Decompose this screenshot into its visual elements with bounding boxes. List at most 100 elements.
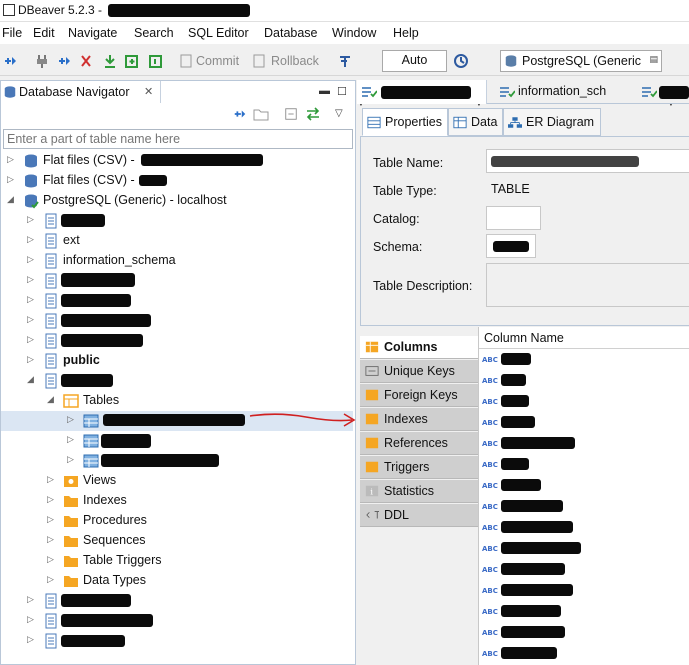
tree-item-table[interactable]: ▷ bbox=[1, 451, 353, 471]
maximize-icon[interactable]: ☐ bbox=[337, 85, 347, 98]
redacted-column-name[interactable] bbox=[501, 647, 557, 659]
tab-references[interactable]: References bbox=[360, 432, 478, 455]
close-icon[interactable]: ✕ bbox=[144, 85, 153, 98]
commit-button[interactable]: Commit bbox=[196, 54, 239, 68]
expand-arrow-icon[interactable]: ▷ bbox=[67, 414, 74, 425]
tree-item-schema[interactable]: ▷ bbox=[1, 611, 353, 631]
tree-item-postgresql[interactable]: ◢ PostgreSQL (Generic) - localhost bbox=[1, 191, 353, 211]
collapse-arrow-icon[interactable]: ◢ bbox=[47, 394, 54, 405]
menu-file[interactable]: File bbox=[2, 26, 22, 40]
expand-arrow-icon[interactable]: ▷ bbox=[27, 214, 34, 225]
tree-item-table[interactable]: ▷ bbox=[1, 431, 353, 451]
tree-item-flat-files-2[interactable]: ▷ Flat files (CSV) - bbox=[1, 171, 353, 191]
editor-tab[interactable] bbox=[639, 80, 689, 104]
expand-arrow-icon[interactable]: ▷ bbox=[27, 234, 34, 245]
view-menu-icon[interactable]: ▽ bbox=[335, 108, 343, 119]
redacted-column-name[interactable] bbox=[501, 521, 573, 533]
redacted-column-name[interactable] bbox=[501, 542, 581, 554]
tree-item-schema[interactable]: ▷ bbox=[1, 331, 353, 351]
new-folder-icon[interactable] bbox=[253, 107, 269, 121]
expand-arrow-icon[interactable]: ▷ bbox=[27, 294, 34, 305]
tree-item-indexes-folder[interactable]: ▷ Indexes bbox=[1, 491, 353, 511]
expand-arrow-icon[interactable]: ▷ bbox=[27, 314, 34, 325]
rollback-icon[interactable] bbox=[251, 53, 267, 69]
expand-arrow-icon[interactable]: ▷ bbox=[27, 334, 34, 345]
tab-triggers[interactable]: Triggers bbox=[360, 456, 478, 479]
expand-arrow-icon[interactable]: ▷ bbox=[27, 254, 34, 265]
redacted-column-name[interactable] bbox=[501, 353, 531, 365]
new-connection-icon[interactable] bbox=[2, 53, 18, 69]
editor-tab-information-schema[interactable]: information_sch bbox=[497, 80, 637, 104]
tree-item-flat-files-1[interactable]: ▷ Flat files (CSV) - bbox=[1, 151, 353, 171]
tab-properties[interactable]: Properties bbox=[362, 108, 448, 136]
disconnect-icon[interactable] bbox=[78, 53, 94, 69]
tab-indexes[interactable]: Indexes bbox=[360, 408, 478, 431]
tree-item-procedures-folder[interactable]: ▷ Procedures bbox=[1, 511, 353, 531]
tab-data[interactable]: Data bbox=[448, 108, 503, 136]
expand-arrow-icon[interactable]: ▷ bbox=[27, 274, 34, 285]
table-name-field[interactable] bbox=[486, 149, 689, 173]
new-sql-script-icon[interactable] bbox=[124, 53, 140, 69]
editor-tab-active[interactable] bbox=[357, 80, 487, 104]
tree-item-schema-information[interactable]: ▷ information_schema bbox=[1, 251, 353, 271]
tree-item-schema[interactable]: ▷ bbox=[1, 591, 353, 611]
link-with-editor-icon[interactable] bbox=[305, 107, 321, 121]
tree-item-schema-public[interactable]: ▷ public bbox=[1, 351, 353, 371]
tab-columns[interactable]: Columns bbox=[360, 336, 478, 359]
tree-item-schema[interactable]: ▷ bbox=[1, 211, 353, 231]
redacted-column-name[interactable] bbox=[501, 626, 565, 638]
tree-item-schema[interactable]: ▷ bbox=[1, 631, 353, 651]
commit-mode-icon[interactable] bbox=[102, 53, 118, 69]
menu-edit[interactable]: Edit bbox=[33, 26, 55, 40]
tree-item-schema[interactable]: ▷ bbox=[1, 311, 353, 331]
tree-item-data-types-folder[interactable]: ▷ Data Types bbox=[1, 571, 353, 591]
tree-item-schema[interactable]: ▷ bbox=[1, 291, 353, 311]
expand-arrow-icon[interactable]: ▷ bbox=[47, 554, 54, 565]
new-connection-icon[interactable] bbox=[233, 107, 247, 121]
active-connection-combo[interactable]: PostgreSQL (Generic ▤ bbox=[500, 50, 662, 72]
tab-unique-keys[interactable]: Unique Keys bbox=[360, 360, 478, 383]
menu-navigate[interactable]: Navigate bbox=[68, 26, 117, 40]
expand-arrow-icon[interactable]: ▷ bbox=[27, 594, 34, 605]
tree-item-schema-expanded[interactable]: ◢ bbox=[1, 371, 353, 391]
redacted-column-name[interactable] bbox=[501, 500, 563, 512]
tree-item-schema[interactable]: ▷ bbox=[1, 271, 353, 291]
transaction-log-icon[interactable] bbox=[453, 53, 469, 69]
redacted-column-name[interactable] bbox=[501, 605, 561, 617]
column-name-header[interactable]: Column Name bbox=[479, 327, 689, 349]
redacted-column-name[interactable] bbox=[501, 437, 575, 449]
expand-arrow-icon[interactable]: ▷ bbox=[27, 634, 34, 645]
expand-arrow-icon[interactable]: ▷ bbox=[7, 154, 14, 165]
tree-item-views-folder[interactable]: ▷ Views bbox=[1, 471, 353, 491]
menu-sql-editor[interactable]: SQL Editor bbox=[188, 26, 249, 40]
redacted-column-name[interactable] bbox=[501, 416, 535, 428]
expand-arrow-icon[interactable]: ▷ bbox=[47, 514, 54, 525]
redacted-column-name[interactable] bbox=[501, 374, 526, 386]
redacted-column-name[interactable] bbox=[501, 395, 529, 407]
menu-search[interactable]: Search bbox=[134, 26, 174, 40]
redacted-column-name[interactable] bbox=[501, 584, 573, 596]
expand-arrow-icon[interactable]: ▷ bbox=[67, 434, 74, 445]
collapse-all-icon[interactable] bbox=[284, 107, 298, 121]
expand-arrow-icon[interactable]: ▷ bbox=[27, 614, 34, 625]
expand-arrow-icon[interactable]: ▷ bbox=[47, 534, 54, 545]
expand-arrow-icon[interactable]: ▷ bbox=[47, 574, 54, 585]
tab-ddl[interactable]: DDL bbox=[360, 504, 478, 527]
tree-item-table-triggers-folder[interactable]: ▷ Table Triggers bbox=[1, 551, 353, 571]
invalidate-reconnect-icon[interactable] bbox=[56, 53, 72, 69]
tree-item-sequences-folder[interactable]: ▷ Sequences bbox=[1, 531, 353, 551]
collapse-arrow-icon[interactable]: ◢ bbox=[27, 374, 34, 385]
transaction-mode-icon[interactable] bbox=[337, 53, 353, 69]
commit-icon[interactable] bbox=[178, 53, 194, 69]
expand-arrow-icon[interactable]: ▷ bbox=[47, 474, 54, 485]
redacted-column-name[interactable] bbox=[501, 458, 529, 470]
expand-arrow-icon[interactable]: ▷ bbox=[27, 354, 34, 365]
menu-database[interactable]: Database bbox=[264, 26, 318, 40]
expand-arrow-icon[interactable]: ▷ bbox=[47, 494, 54, 505]
tab-er-diagram[interactable]: ER Diagram bbox=[503, 108, 601, 136]
menu-help[interactable]: Help bbox=[393, 26, 419, 40]
redacted-column-name[interactable] bbox=[501, 479, 541, 491]
catalog-field[interactable] bbox=[486, 206, 541, 230]
redacted-column-name[interactable] bbox=[501, 563, 565, 575]
transaction-mode-combo[interactable]: Auto bbox=[382, 50, 447, 72]
